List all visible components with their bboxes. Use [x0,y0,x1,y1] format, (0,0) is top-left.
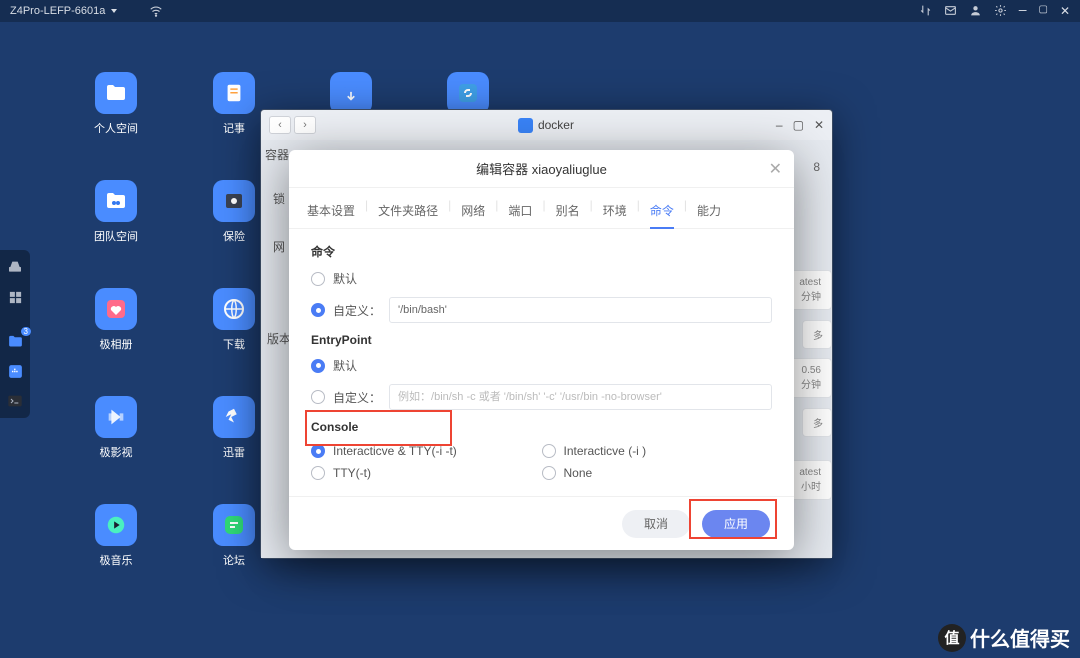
cancel-button[interactable]: 取消 [622,510,690,538]
window-title: docker [538,118,574,132]
cmd-custom-label: 自定义： [333,302,381,319]
entry-default-label: 默认 [333,357,357,374]
desktop-music[interactable]: 极音乐 [88,504,144,568]
dock-drive-icon[interactable] [4,256,26,278]
cmd-custom-radio[interactable] [311,303,325,317]
nav-fwd-button[interactable]: › [294,116,316,134]
minimize-icon[interactable]: ‒ [1019,4,1027,18]
desktop-down[interactable]: 下载 [206,288,262,352]
console-section-title: Console [311,420,772,434]
side-dock: 3 [0,250,30,418]
cmd-section-title: 命令 [311,243,772,260]
dock-docker-icon[interactable] [4,360,26,382]
watermark-text: 什么值得买 [970,623,1070,652]
console-itty-radio[interactable] [311,444,325,458]
dock-folder-icon[interactable]: 3 [4,330,26,352]
desktop-team[interactable]: 团队空间 [88,180,144,244]
tab-alias[interactable]: 别名 [556,198,580,228]
person-icon[interactable] [969,4,982,17]
mail-icon[interactable] [944,4,957,17]
tab-cmd[interactable]: 命令 [650,198,674,229]
system-topbar: Z4Pro-LEFP-6601a ‒ ▢ ✕ [0,0,1080,22]
apply-button[interactable]: 应用 [702,510,770,538]
desktop-personal[interactable]: 个人空间 [88,72,144,136]
nav-back-button[interactable]: ‹ [269,116,291,134]
desktop-xun[interactable]: 迅雷 [206,396,262,460]
dock-terminal-icon[interactable] [4,390,26,412]
wifi-icon[interactable] [149,4,163,18]
maximize-icon[interactable]: ▢ [1038,4,1047,18]
entry-default-radio[interactable] [311,359,325,373]
desktop-movie[interactable]: 极影视 [88,396,144,460]
entry-custom-radio[interactable] [311,390,325,404]
entry-custom-input[interactable] [389,384,772,410]
entry-custom-label: 自定义： [333,389,381,406]
dock-grid-icon[interactable] [4,286,26,308]
win-minimize-icon[interactable]: ‒ [776,118,783,132]
tab-env[interactable]: 环境 [603,198,627,228]
tab-paths[interactable]: 文件夹路径 [378,198,438,228]
dialog-close-icon[interactable]: ✕ [769,159,782,179]
tab-network[interactable]: 网络 [461,198,485,228]
watermark: 值 什么值得买 [938,623,1070,652]
gear-icon[interactable] [994,4,1007,17]
console-none-radio[interactable] [542,466,556,480]
console-i-radio[interactable] [542,444,556,458]
tab-ports[interactable]: 端口 [508,198,532,228]
chevron-down-icon[interactable] [111,9,117,13]
desktop-album[interactable]: 极相册 [88,288,144,352]
cmd-default-radio[interactable] [311,272,325,286]
desktop-forum[interactable]: 论坛 [206,504,262,568]
close-icon[interactable]: ✕ [1060,4,1070,18]
watermark-logo: 值 [938,624,966,652]
net-icon[interactable] [919,4,932,17]
dialog-title: 编辑容器 xiaoyaliuglue [476,159,607,178]
partial-text: 容器 [265,146,289,163]
edit-container-dialog: 编辑容器 xiaoyaliuglue ✕ 基本设置| 文件夹路径| 网络| 端口… [289,150,794,550]
docker-logo-icon [518,118,533,133]
win-close-icon[interactable]: ✕ [814,118,824,132]
win-maximize-icon[interactable]: ▢ [793,118,804,132]
desktop-notes[interactable]: 记事 [206,72,262,136]
dialog-tabs: 基本设置| 文件夹路径| 网络| 端口| 别名| 环境| 命令| 能力 [289,188,794,229]
entry-section-title: EntryPoint [311,333,772,347]
console-tty-radio[interactable] [311,466,325,480]
tab-basic[interactable]: 基本设置 [307,198,355,228]
hostname[interactable]: Z4Pro-LEFP-6601a [10,5,105,17]
desktop-safe[interactable]: 保险 [206,180,262,244]
cmd-custom-input[interactable] [389,297,772,323]
tab-caps[interactable]: 能力 [697,198,721,228]
cmd-default-label: 默认 [333,270,357,287]
